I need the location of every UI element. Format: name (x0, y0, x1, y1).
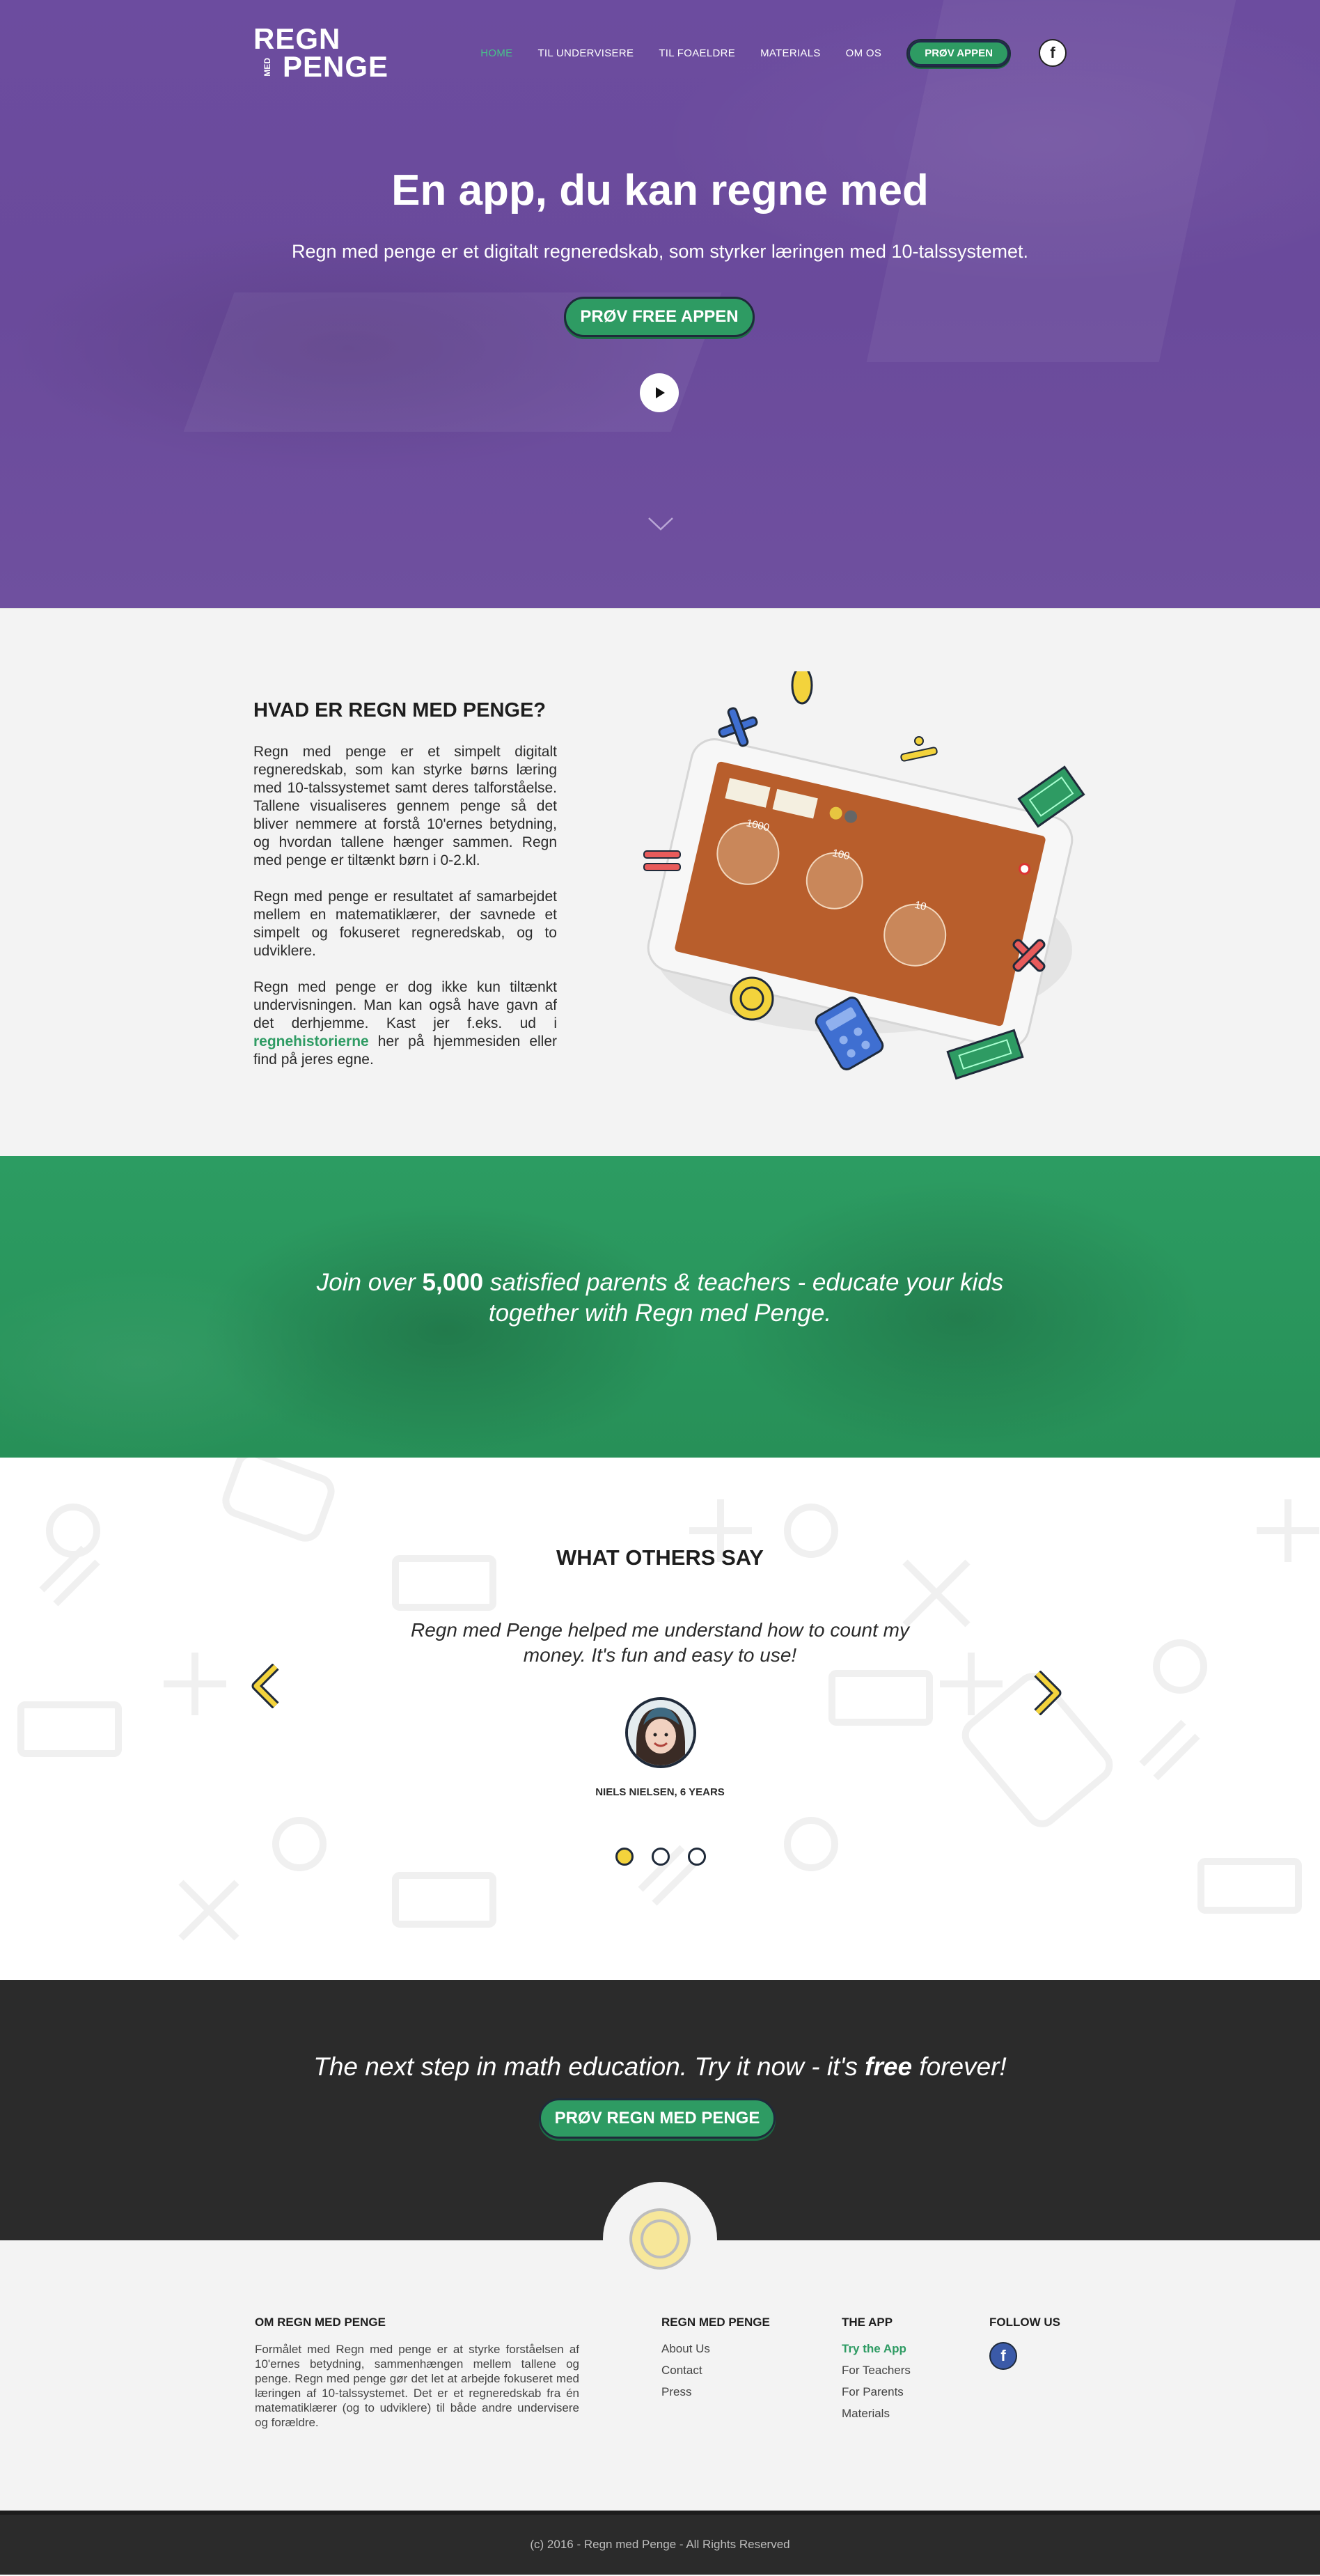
nav-home[interactable]: HOME (480, 47, 512, 59)
footer-link-about[interactable]: About Us (661, 2342, 770, 2356)
nav-teachers[interactable]: TIL UNDERVISERE (537, 47, 634, 59)
testimonial-author: NIELS NIELSEN, 6 YEARS (595, 1786, 725, 1798)
nav-parents[interactable]: TIL FOAELDRE (659, 47, 735, 59)
footer-col-title: FOLLOW US (989, 2316, 1060, 2329)
hero-section: REGN MED PENGE HOME TIL UNDERVISERE TIL … (0, 0, 1320, 608)
tablet-illustration: 1000 100 10 (643, 671, 1085, 1080)
footer-link-materials[interactable]: Materials (842, 2407, 911, 2421)
cta-text-post: forever! (912, 2052, 1007, 2081)
about-paragraph: Regn med penge er resultatet af samarbej… (253, 889, 557, 959)
try-free-app-button[interactable]: PRØV FREE APPEN (564, 297, 755, 337)
next-arrow-icon[interactable] (1032, 1671, 1062, 1715)
footer-col-title: REGN MED PENGE (661, 2316, 770, 2329)
testimonials-title: WHAT OTHERS SAY (556, 1545, 764, 1570)
cta-section: The next step in math education. Try it … (0, 1980, 1320, 2296)
cta-text-bold: free (865, 2052, 913, 2081)
about-paragraph: Regn med penge er et simpelt digitalt re… (253, 744, 557, 868)
coin-icon (791, 671, 813, 705)
play-video-button[interactable] (640, 373, 679, 412)
divide-icon (900, 736, 938, 762)
avatar (625, 1697, 696, 1768)
nav-links: HOME TIL UNDERVISERE TIL FOAELDRE MATERI… (480, 38, 1067, 68)
footer-col-company: REGN MED PENGE About Us Contact Press (661, 2316, 770, 2407)
footer-col-follow: FOLLOW US f (989, 2316, 1060, 2370)
cta-text-pre: The next step in math education. Try it … (313, 2052, 865, 2081)
try-regn-med-penge-button[interactable]: PRØV REGN MED PENGE (539, 2098, 776, 2139)
footer-link-try-app[interactable]: Try the App (842, 2342, 911, 2356)
logo[interactable]: REGN MED PENGE (253, 22, 389, 83)
join-banner: Join over 5,000 satisfied parents & teac… (0, 1156, 1320, 1458)
carousel-dot[interactable] (652, 1848, 670, 1866)
hero-title-bold: regne (710, 166, 828, 214)
testimonials-section: WHAT OTHERS SAY Regn med Penge helped me… (0, 1458, 1320, 1980)
try-app-button[interactable]: PRØV APPEN (906, 38, 1011, 68)
prev-arrow-icon[interactable] (251, 1664, 281, 1708)
about-title: HVAD ER REGN MED PENGE? (253, 699, 547, 721)
hero-title-post: med (828, 166, 929, 214)
footer-col-title: THE APP (842, 2316, 893, 2329)
coin-icon (730, 976, 774, 1021)
coin-badge (603, 2182, 717, 2296)
logo-med: MED (262, 57, 272, 77)
footer-about-title: OM REGN MED PENGE (255, 2316, 386, 2329)
nav-about[interactable]: OM OS (846, 47, 882, 59)
carousel-dot[interactable] (615, 1848, 634, 1866)
record-icon (1019, 863, 1031, 875)
logo-top: REGN (253, 22, 341, 55)
banner-count: 5,000 (422, 1269, 484, 1296)
coin-icon (629, 2208, 691, 2270)
carousel-dot[interactable] (688, 1848, 706, 1866)
banner-pre: Join over (316, 1269, 423, 1296)
footer-link-parents[interactable]: For Parents (842, 2385, 911, 2399)
copyright-text: (c) 2016 - Regn med Penge - All Rights R… (530, 2538, 790, 2551)
testimonial-quote: Regn med Penge helped me understand how … (410, 1619, 909, 1666)
cta-text: The next step in math education. Try it … (0, 2052, 1320, 2082)
footer-link-press[interactable]: Press (661, 2385, 770, 2399)
banner-post: satisfied parents & teachers - educate y… (483, 1269, 1004, 1296)
footer-link-contact[interactable]: Contact (661, 2364, 770, 2378)
avatar-image (628, 1700, 693, 1765)
stories-link[interactable]: regnehistorierne (253, 1033, 369, 1049)
hero-title: En app, du kan regne med (0, 166, 1320, 215)
facebook-icon[interactable]: f (1039, 39, 1067, 67)
footer-about: OM REGN MED PENGE Formålet med Regn med … (255, 2316, 579, 2430)
copyright-bar: (c) 2016 - Regn med Penge - All Rights R… (0, 2511, 1320, 2575)
footer-about-text: Formålet med Regn med penge er at styrke… (255, 2343, 579, 2429)
about-section: HVAD ER REGN MED PENGE? Regn med penge e… (0, 608, 1320, 1156)
hero-title-pre: En app, du kan (391, 166, 711, 214)
logo-bottom: PENGE (283, 50, 389, 83)
facebook-icon[interactable]: f (989, 2342, 1017, 2370)
play-icon (656, 387, 665, 398)
about-paragraph: Regn med penge er dog ikke kun tiltænkt … (253, 978, 557, 1069)
about-p3-pre: Regn med penge er dog ikke kun tiltænkt … (253, 979, 557, 1031)
banner-text: Join over 5,000 satisfied parents & teac… (0, 1267, 1320, 1329)
about-text: HVAD ER REGN MED PENGE? Regn med penge e… (253, 699, 557, 1087)
banner-line2: together with Regn med Penge. (488, 1299, 832, 1327)
main-nav: REGN MED PENGE HOME TIL UNDERVISERE TIL … (253, 24, 1067, 82)
hero-subtitle: Regn med penge er et digitalt regneredsk… (291, 241, 1028, 262)
carousel-dots (615, 1848, 706, 1866)
footer-link-teachers[interactable]: For Teachers (842, 2364, 911, 2378)
chevron-down-icon[interactable] (647, 517, 674, 532)
nav-materials[interactable]: MATERIALS (760, 47, 821, 59)
footer-col-app: THE APP Try the App For Teachers For Par… (842, 2316, 911, 2428)
